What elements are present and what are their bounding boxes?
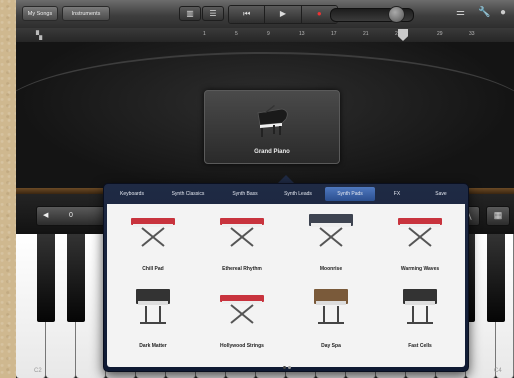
tab-synth-pads[interactable]: Synth Pads [325,187,375,201]
preset-name: Warming Waves [400,266,440,272]
keyboard-view-icon[interactable]: ▥ [179,6,201,21]
popover-arrow [278,175,294,183]
page-dot [288,366,291,369]
info-icon[interactable]: ● [500,7,506,18]
preset-name: Dark Matter [139,343,167,349]
octave-control[interactable]: ◀ 0 [36,206,108,226]
preset-name: Hollywood Strings [220,343,264,349]
grand-piano-icon [257,105,288,137]
key-label-c4: C4 [494,368,502,374]
preset-name: Chill Pad [142,266,164,272]
keyboard-stand-icon [398,218,442,247]
keyboard-layout-icon[interactable]: ▦ [486,206,510,226]
octave-value: 0 [69,212,73,219]
tab-fx[interactable]: FX [375,187,419,201]
octave-down-icon[interactable]: ◀ [43,207,48,225]
ruler-mark: 21 [363,31,369,37]
top-toolbar: My Songs Instruments ▥ ☰ ⏮ ▶ ● ⚌ 🔧 ● [16,0,514,29]
analog-synth-icon [403,289,437,324]
page-dot [283,366,286,369]
instrument-name: Grand Piano [254,149,290,155]
master-volume-knob[interactable] [388,6,405,23]
preset-name: Fast Cells [408,343,432,349]
preset-tile[interactable]: Hollywood Strings [199,289,285,349]
tracks-view-icon[interactable]: ☰ [202,6,224,21]
preset-tile[interactable]: Fast Cells [377,289,463,349]
key-label-c2: C2 [34,368,42,374]
black-key[interactable] [37,234,55,322]
keyboard-stand-icon [220,295,264,324]
analog-synth-icon [136,289,170,324]
preset-tile[interactable]: Ethereal Rhythm [199,212,285,272]
ruler-mark: 33 [469,31,475,37]
wrench-icon[interactable]: 🔧 [478,7,490,18]
synth-stand-icon [309,214,353,247]
page-indicator[interactable] [282,356,292,374]
timeline-ruler[interactable]: 1 5 9 13 17 21 25 29 33 [16,28,514,43]
preset-tile[interactable]: Chill Pad [110,212,196,272]
instrument-popover: Keyboards Synth Classics Synth Bass Synt… [103,183,469,372]
preset-tile[interactable]: Moonrise [288,212,374,272]
preset-name: Moonrise [319,266,343,272]
tab-synth-leads[interactable]: Synth Leads [271,187,325,201]
mixer-icon[interactable]: ⚌ [456,7,465,18]
track-settings-icon[interactable]: ▚ [36,31,42,40]
preset-grid: Chill Pad Ethereal Rhythm Moonrise Warmi… [107,204,465,369]
instruments-button[interactable]: Instruments [62,6,110,21]
tab-synth-classics[interactable]: Synth Classics [157,187,219,201]
ruler-mark: 1 [203,31,206,37]
rewind-icon[interactable]: ⏮ [229,6,266,23]
ruler-mark: 29 [437,31,443,37]
black-key[interactable] [67,234,85,322]
preset-tile[interactable]: Warming Waves [377,212,463,272]
category-tabs: Keyboards Synth Classics Synth Bass Synt… [107,187,465,201]
preset-name: Ethereal Rhythm [222,266,262,272]
garageband-window: My Songs Instruments ▥ ☰ ⏮ ▶ ● ⚌ 🔧 ● 1 5… [16,0,514,378]
my-songs-button[interactable]: My Songs [22,6,58,21]
vintage-synth-icon [314,289,348,324]
preset-name: Day Spa [321,343,341,349]
preset-tile[interactable]: Dark Matter [110,289,196,349]
tab-save[interactable]: Save [419,187,463,201]
play-icon[interactable]: ▶ [265,6,302,23]
tab-keyboards[interactable]: Keyboards [107,187,157,201]
transport-controls: ⏮ ▶ ● [228,5,338,24]
ruler-mark: 5 [235,31,238,37]
ruler-mark: 13 [299,31,305,37]
tab-synth-bass[interactable]: Synth Bass [219,187,271,201]
keyboard-stand-icon [220,218,264,247]
black-key[interactable] [487,234,505,322]
keyboard-stand-icon [131,218,175,247]
instrument-selector[interactable]: Grand Piano [204,90,340,164]
ruler-mark: 17 [331,31,337,37]
preset-tile[interactable]: Day Spa [288,289,374,349]
ruler-mark: 9 [267,31,270,37]
